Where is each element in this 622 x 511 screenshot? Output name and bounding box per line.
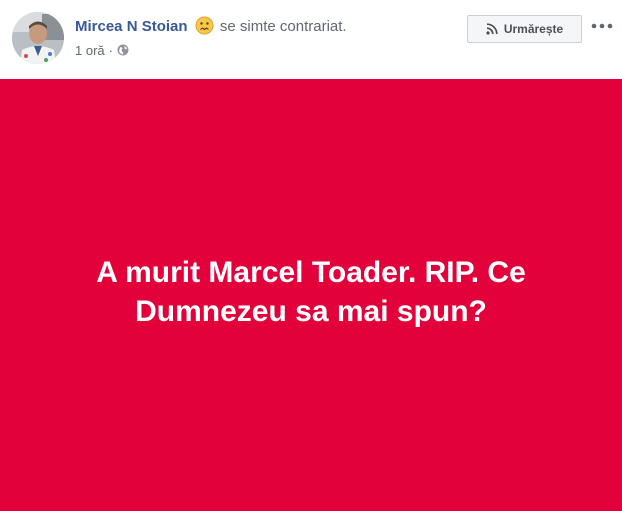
follow-button[interactable]: Urmărește	[467, 15, 582, 43]
meta-separator: ·	[108, 43, 113, 58]
confused-face-icon	[195, 16, 214, 35]
post-background-card: A murit Marcel Toader. RIP. Ce Dumnezeu …	[0, 79, 622, 511]
post-header: Mircea N Stoian se simte contrariat. 1 o…	[0, 0, 622, 79]
post-meta: 1 oră ·	[75, 43, 129, 59]
post-title-line: Mircea N Stoian se simte contrariat.	[75, 16, 347, 37]
author-name[interactable]: Mircea N Stoian	[75, 18, 188, 35]
follow-button-label: Urmărește	[503, 22, 564, 36]
globe-icon[interactable]	[117, 44, 129, 56]
avatar[interactable]	[12, 12, 64, 64]
post-time[interactable]: 1 oră	[75, 43, 105, 58]
rss-icon	[486, 23, 498, 35]
more-horizontal-icon	[591, 23, 613, 29]
more-options-button[interactable]	[588, 16, 616, 36]
feeling-text: se simte contrariat.	[219, 18, 347, 35]
post-text: A murit Marcel Toader. RIP. Ce Dumnezeu …	[96, 256, 526, 328]
